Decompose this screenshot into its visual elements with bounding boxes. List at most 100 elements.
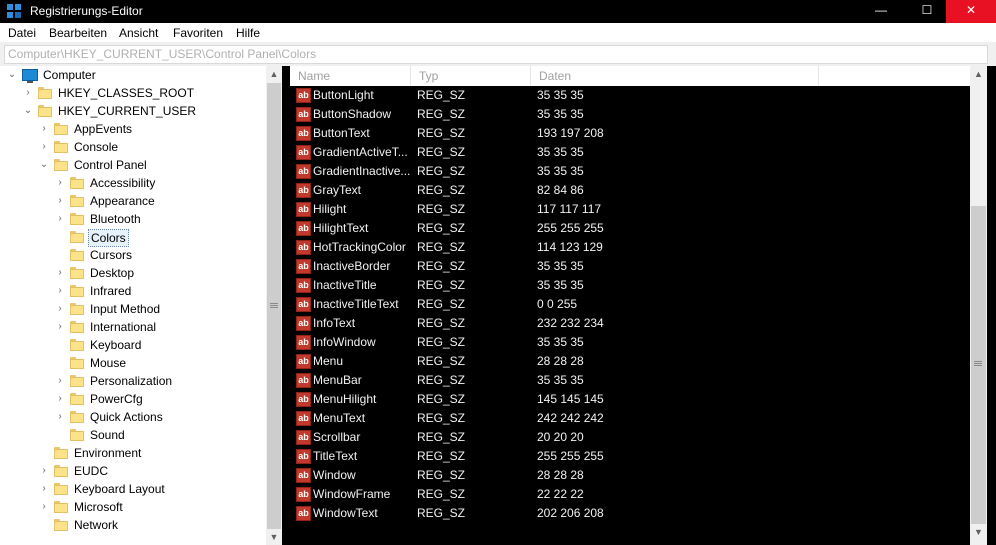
list-item[interactable]: ab MenuBar REG_SZ 35 35 35 xyxy=(290,371,970,390)
expander-icon[interactable] xyxy=(39,447,49,459)
tree-item[interactable]: Cursors xyxy=(0,246,266,264)
tree-item[interactable]: ⌄ HKEY_CURRENT_USER xyxy=(0,102,266,120)
scroll-down-icon[interactable]: ▼ xyxy=(266,529,282,545)
list-item[interactable]: ab Window REG_SZ 28 28 28 xyxy=(290,466,970,485)
list-scrollbar-thumb[interactable] xyxy=(971,206,986,524)
tree-item[interactable]: › HKEY_CLASSES_ROOT xyxy=(0,84,266,102)
collapse-icon[interactable]: ⌄ xyxy=(7,69,17,81)
expander-icon[interactable]: › xyxy=(55,393,65,405)
expander-icon[interactable] xyxy=(55,231,65,243)
list-item[interactable]: ab GrayText REG_SZ 82 84 86 xyxy=(290,181,970,200)
list-item[interactable]: ab InactiveTitleText REG_SZ 0 0 255 xyxy=(290,295,970,314)
list-item[interactable]: ab InfoWindow REG_SZ 35 35 35 xyxy=(290,333,970,352)
scroll-up-icon[interactable]: ▲ xyxy=(266,66,282,82)
expander-icon[interactable]: › xyxy=(39,141,49,153)
expander-icon[interactable]: › xyxy=(55,267,65,279)
expander-icon[interactable]: › xyxy=(39,501,49,513)
expander-icon[interactable]: ⌄ xyxy=(39,159,49,171)
list-item[interactable]: ab WindowFrame REG_SZ 22 22 22 xyxy=(290,485,970,504)
list-item[interactable]: ab ButtonLight REG_SZ 35 35 35 xyxy=(290,86,970,105)
list-item[interactable]: ab HilightText REG_SZ 255 255 255 xyxy=(290,219,970,238)
list-item[interactable]: ab WindowText REG_SZ 202 206 208 xyxy=(290,504,970,523)
expander-icon[interactable]: › xyxy=(55,285,65,297)
tree-item[interactable]: Network xyxy=(0,516,266,534)
list-item[interactable]: ab InfoText REG_SZ 232 232 234 xyxy=(290,314,970,333)
list-item[interactable]: ab MenuText REG_SZ 242 242 242 xyxy=(290,409,970,428)
tree-item[interactable]: Sound xyxy=(0,426,266,444)
list-item[interactable]: ab MenuHilight REG_SZ 145 145 145 xyxy=(290,390,970,409)
list-item[interactable]: ab Hilight REG_SZ 117 117 117 xyxy=(290,200,970,219)
tree-item[interactable]: › Accessibility xyxy=(0,174,266,192)
expander-icon[interactable] xyxy=(39,519,49,531)
tree-item[interactable]: Keyboard xyxy=(0,336,266,354)
menu-favoriten[interactable]: Favoriten xyxy=(173,26,223,40)
expander-icon[interactable]: › xyxy=(55,177,65,189)
tree-item[interactable]: Mouse xyxy=(0,354,266,372)
menu-datei[interactable]: Datei xyxy=(8,26,36,40)
tree-item[interactable]: ⌄ Control Panel xyxy=(0,156,266,174)
tree-item-computer[interactable]: ⌄ Computer xyxy=(0,66,266,84)
tree-item[interactable]: › AppEvents xyxy=(0,120,266,138)
tree-item[interactable]: › Console xyxy=(0,138,266,156)
list-item[interactable]: ab HotTrackingColor REG_SZ 114 123 129 xyxy=(290,238,970,257)
expander-icon[interactable]: › xyxy=(55,375,65,387)
list-item[interactable]: ab Scrollbar REG_SZ 20 20 20 xyxy=(290,428,970,447)
expander-icon[interactable] xyxy=(55,357,65,369)
expander-icon[interactable]: › xyxy=(39,465,49,477)
close-button[interactable]: ✕ xyxy=(946,0,996,23)
list-item[interactable]: ab InactiveTitle REG_SZ 35 35 35 xyxy=(290,276,970,295)
tree-scrollbar[interactable]: ▲ ▼ xyxy=(266,66,282,545)
list-item[interactable]: ab Menu REG_SZ 28 28 28 xyxy=(290,352,970,371)
tree-item[interactable]: › Quick Actions xyxy=(0,408,266,426)
expander-icon[interactable]: › xyxy=(23,87,33,99)
tree-item[interactable]: › International xyxy=(0,318,266,336)
tree-item[interactable]: › Microsoft xyxy=(0,498,266,516)
tree-item[interactable]: › EUDC xyxy=(0,462,266,480)
menu-bearbeiten[interactable]: Bearbeiten xyxy=(49,26,107,40)
list-item[interactable]: ab InactiveBorder REG_SZ 35 35 35 xyxy=(290,257,970,276)
expander-icon[interactable]: › xyxy=(55,213,65,225)
tree-item[interactable]: › Personalization xyxy=(0,372,266,390)
menu-ansicht[interactable]: Ansicht xyxy=(119,26,158,40)
folder-icon xyxy=(70,249,84,261)
expander-icon[interactable]: › xyxy=(39,483,49,495)
menu-hilfe[interactable]: Hilfe xyxy=(236,26,260,40)
tree-item[interactable]: › Appearance xyxy=(0,192,266,210)
expander-icon[interactable]: › xyxy=(55,411,65,423)
address-input[interactable]: Computer\HKEY_CURRENT_USER\Control Panel… xyxy=(4,45,988,64)
expander-icon[interactable]: › xyxy=(55,303,65,315)
tree-item-label: Appearance xyxy=(90,194,155,208)
tree-item[interactable]: › Bluetooth xyxy=(0,210,266,228)
list-item[interactable]: ab ButtonShadow REG_SZ 35 35 35 xyxy=(290,105,970,124)
scroll-down-icon[interactable]: ▼ xyxy=(970,524,987,540)
maximize-button[interactable]: ☐ xyxy=(904,0,950,23)
tree-item[interactable]: › PowerCfg xyxy=(0,390,266,408)
expander-icon[interactable]: ⌄ xyxy=(23,105,33,117)
expander-icon[interactable]: › xyxy=(55,321,65,333)
tree-item[interactable]: › Infrared xyxy=(0,282,266,300)
list-scrollbar[interactable]: ▲ ▼ xyxy=(970,66,987,545)
scroll-up-icon[interactable]: ▲ xyxy=(970,66,987,82)
minimize-button[interactable]: — xyxy=(858,0,904,23)
list-item[interactable]: ab ButtonText REG_SZ 193 197 208 xyxy=(290,124,970,143)
expander-icon[interactable] xyxy=(55,429,65,441)
expander-icon[interactable] xyxy=(55,249,65,261)
folder-icon xyxy=(70,357,84,369)
folder-icon xyxy=(54,465,68,477)
tree-item[interactable]: › Keyboard Layout xyxy=(0,480,266,498)
column-data[interactable]: Daten xyxy=(531,66,819,86)
list-item[interactable]: ab GradientActiveT... REG_SZ 35 35 35 xyxy=(290,143,970,162)
expander-icon[interactable]: › xyxy=(55,195,65,207)
expander-icon[interactable]: › xyxy=(39,123,49,135)
tree-scrollbar-thumb[interactable] xyxy=(267,83,281,529)
column-name[interactable]: Name xyxy=(290,66,411,86)
list-item[interactable]: ab TitleText REG_SZ 255 255 255 xyxy=(290,447,970,466)
tree-item[interactable]: › Input Method xyxy=(0,300,266,318)
string-value-icon: ab xyxy=(296,278,311,293)
list-item[interactable]: ab GradientInactive... REG_SZ 35 35 35 xyxy=(290,162,970,181)
tree-item[interactable]: › Desktop xyxy=(0,264,266,282)
column-type[interactable]: Typ xyxy=(411,66,531,86)
expander-icon[interactable] xyxy=(55,339,65,351)
tree-item[interactable]: Colors xyxy=(0,228,266,247)
tree-item[interactable]: Environment xyxy=(0,444,266,462)
